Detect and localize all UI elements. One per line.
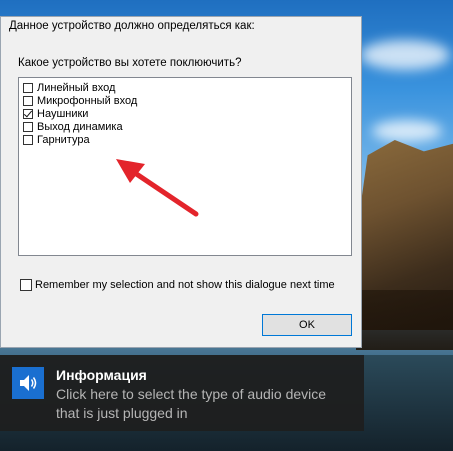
option-checkbox[interactable] <box>23 82 33 93</box>
rock-reflection <box>356 290 453 350</box>
option-label: Выход динамика <box>37 120 123 133</box>
notification-toast[interactable]: Информация Click here to select the type… <box>0 355 364 431</box>
option-checkbox[interactable] <box>23 95 33 106</box>
toast-message: Click here to select the type of audio d… <box>56 386 327 421</box>
cloud <box>372 120 442 142</box>
option-mic-in[interactable]: Микрофонный вход <box>23 94 137 107</box>
device-options-list: Линейный вход Микрофонный вход Наушники … <box>18 77 352 256</box>
dialog-title: Данное устройство должно определяться ка… <box>9 20 255 32</box>
option-checkbox[interactable] <box>23 121 33 132</box>
device-type-dialog: Данное устройство должно определяться ка… <box>0 16 362 348</box>
option-headphones[interactable]: Наушники <box>23 107 88 120</box>
option-label: Микрофонный вход <box>37 94 138 107</box>
option-checkbox[interactable] <box>23 134 33 145</box>
option-speaker-out[interactable]: Выход динамика <box>23 120 123 133</box>
option-label: Гарнитура <box>37 133 90 146</box>
option-label: Наушники <box>37 107 89 120</box>
option-checkbox[interactable] <box>23 108 33 119</box>
ok-button[interactable]: OK <box>262 314 352 336</box>
remember-checkbox[interactable] <box>20 279 32 291</box>
option-line-in[interactable]: Линейный вход <box>23 81 115 94</box>
toast-title: Информация <box>56 367 147 383</box>
remember-selection[interactable]: Remember my selection and not show this … <box>20 279 335 291</box>
device-question-label: Какое устройство вы хотете поклюючить? <box>18 57 242 69</box>
cloud <box>360 40 450 70</box>
remember-label: Remember my selection and not show this … <box>35 279 335 291</box>
option-headset[interactable]: Гарнитура <box>23 133 90 146</box>
option-label: Линейный вход <box>37 81 116 94</box>
speaker-icon <box>12 367 44 399</box>
